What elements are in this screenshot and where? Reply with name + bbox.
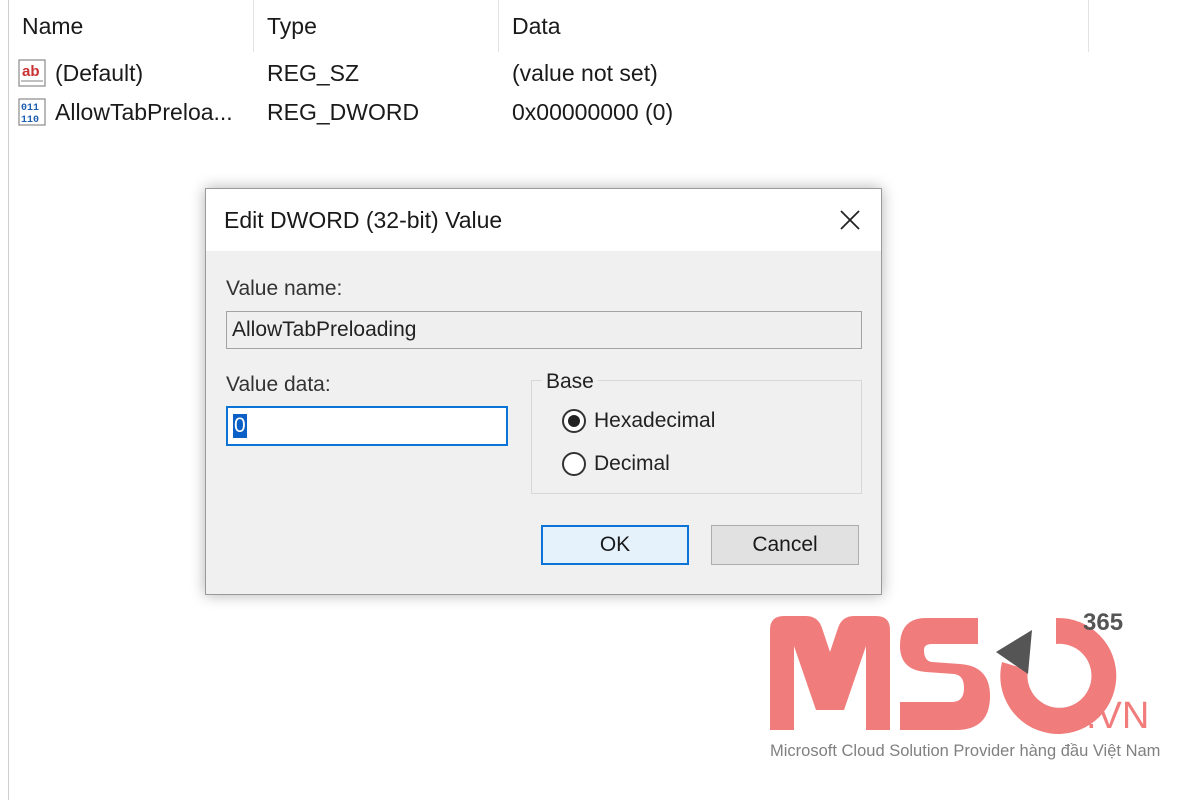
value-data-input[interactable]: 0 <box>226 406 508 446</box>
radio-decimal[interactable]: Decimal <box>562 452 670 476</box>
value-data: 0x00000000 (0) <box>512 98 674 125</box>
column-header-type[interactable]: Type <box>254 0 499 52</box>
logo-suffix: .VN <box>1086 695 1149 737</box>
close-button[interactable] <box>827 197 873 243</box>
edit-dword-dialog: Edit DWORD (32-bit) Value Value name: Al… <box>205 188 882 595</box>
close-icon <box>840 210 860 230</box>
base-label: Base <box>542 370 598 394</box>
column-header-name[interactable]: Name <box>9 0 254 52</box>
logo-letter-s <box>900 618 990 730</box>
value-data: (value not set) <box>512 59 658 86</box>
value-name: (Default) <box>55 59 144 86</box>
radio-hexadecimal-label: Hexadecimal <box>594 409 716 432</box>
column-header-row: Name Type Data <box>9 0 1089 52</box>
radio-unselected-icon <box>562 452 586 476</box>
string-value-icon: ab <box>18 59 46 87</box>
value-name-field: AllowTabPreloading <box>226 311 862 349</box>
logo-letter-m <box>770 616 890 730</box>
registry-value-row-default[interactable]: ab (Default) REG_SZ (value not set) <box>9 55 1089 91</box>
value-name-label: Value name: <box>226 277 343 300</box>
binary-dword-icon: 011 110 <box>18 98 46 126</box>
value-data-label: Value data: <box>226 373 331 396</box>
radio-selected-icon <box>562 409 586 433</box>
logo-tagline: Microsoft Cloud Solution Provider hàng đ… <box>770 742 1161 760</box>
logo-superscript: 365 <box>1083 609 1123 636</box>
registry-value-row-allowtabpreloading[interactable]: 011 110 AllowTabPreloa... REG_DWORD 0x00… <box>9 94 1089 130</box>
svg-text:ab: ab <box>22 63 40 80</box>
cancel-button[interactable]: Cancel <box>711 525 859 565</box>
dialog-title: Edit DWORD (32-bit) Value <box>224 207 503 233</box>
value-type: REG_DWORD <box>267 98 420 125</box>
svg-text:110: 110 <box>21 115 39 126</box>
radio-decimal-label: Decimal <box>594 452 670 475</box>
dialog-titlebar[interactable]: Edit DWORD (32-bit) Value <box>206 189 881 251</box>
radio-hexadecimal[interactable]: Hexadecimal <box>562 409 715 433</box>
column-header-data[interactable]: Data <box>499 0 1089 52</box>
value-name-text: AllowTabPreloading <box>232 318 417 341</box>
value-data-text: 0 <box>233 414 247 438</box>
value-type: REG_SZ <box>267 59 360 86</box>
svg-text:011: 011 <box>21 103 39 114</box>
value-name: AllowTabPreloa... <box>55 98 233 125</box>
base-groupbox <box>531 380 862 494</box>
ok-button[interactable]: OK <box>541 525 689 565</box>
